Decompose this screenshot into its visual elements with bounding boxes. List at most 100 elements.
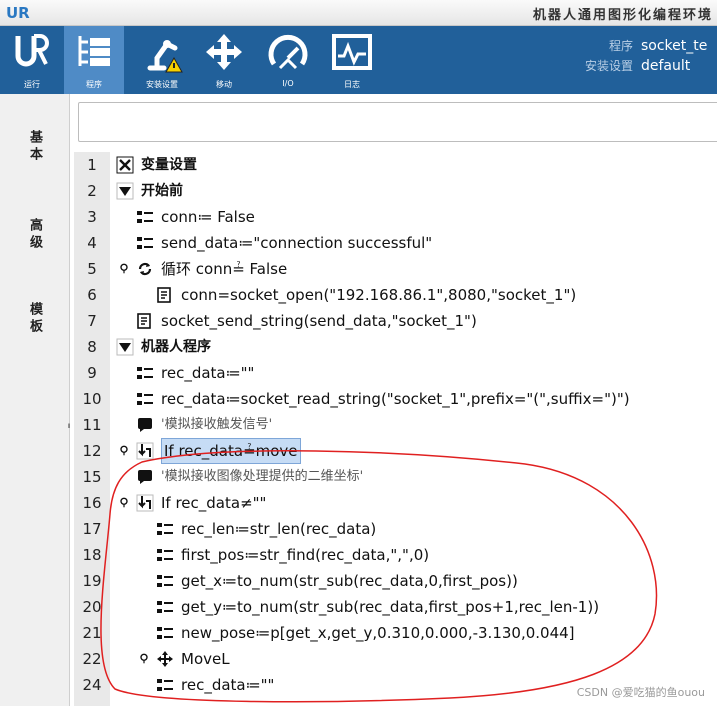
- program-node-text[interactable]: 循环 conn≟ False: [161, 256, 287, 282]
- program-node-text[interactable]: send_data≔"connection successful": [161, 230, 432, 256]
- line-number: 16: [82, 494, 102, 512]
- line-number: 17: [82, 520, 102, 538]
- program-line[interactable]: 10 rec_data≔socket_read_string("socket_1"…: [70, 386, 717, 412]
- program-line[interactable]: 12 If rec_data≟move: [70, 438, 717, 464]
- program-tab-label: 程序: [86, 80, 102, 89]
- assignment-icon: [157, 575, 173, 587]
- program-line[interactable]: 5 循环 conn≟ False: [70, 256, 717, 282]
- program-node-text[interactable]: If rec_data≠"": [161, 490, 266, 516]
- program-line[interactable]: 4 send_data≔"connection successful": [70, 230, 717, 256]
- line-number: 2: [87, 182, 97, 200]
- move-tab-label: 移动: [216, 80, 232, 89]
- breakpoint-expand-icon[interactable]: [118, 445, 130, 457]
- program-line[interactable]: 15 '模拟接收图像处理提供的二维坐标': [70, 464, 717, 490]
- line-number: 11: [82, 416, 102, 434]
- installation-tab-button[interactable]: 安装设置: [132, 26, 192, 94]
- loop-icon: [138, 262, 152, 276]
- program-line[interactable]: 7 socket_send_string(send_data,"socket_1"…: [70, 308, 717, 334]
- program-node-text[interactable]: rec_data≔"": [181, 672, 274, 698]
- program-tree-panel: 1 变量设置 2 开始前 3 conn≔ False 4 send_data≔"connect…: [70, 94, 717, 706]
- program-node-text[interactable]: '模拟接收触发信号': [161, 412, 272, 438]
- program-command-bar[interactable]: [78, 102, 717, 142]
- program-node-text[interactable]: first_pos≔str_find(rec_data,",",0): [181, 542, 429, 568]
- line-number: 21: [82, 624, 102, 642]
- ur-logo-icon: [15, 34, 49, 67]
- program-node-text[interactable]: get_y≔to_num(str_sub(rec_data,first_pos+…: [181, 594, 599, 620]
- program-node-text[interactable]: 变量设置: [141, 152, 197, 178]
- program-node-text[interactable]: rec_len≔str_len(rec_data): [181, 516, 376, 542]
- sidebar: 基本 高级 模板: [0, 94, 70, 706]
- line-number: 12: [82, 442, 102, 460]
- line-number: 6: [87, 286, 97, 304]
- program-info: 程序 socket_te 安装设置 default: [577, 36, 717, 76]
- line-number: 24: [82, 676, 102, 694]
- program-node-text[interactable]: 机器人程序: [141, 334, 211, 360]
- run-tab-button[interactable]: 运行: [2, 26, 62, 94]
- window-title: 机器人通用图形化编程环境: [532, 8, 713, 23]
- program-tab-button[interactable]: 程序: [64, 26, 124, 94]
- line-number: 7: [87, 312, 97, 330]
- assignment-icon: [157, 601, 173, 613]
- program-line[interactable]: 21 new_pose≔p[get_x,get_y,0.310,0.000,-3.…: [70, 620, 717, 646]
- comment-icon: [138, 470, 152, 484]
- log-chart-icon: [332, 34, 372, 70]
- program-node-text[interactable]: conn=socket_open("192.168.86.1",8080,"so…: [181, 282, 576, 308]
- breakpoint-expand-icon[interactable]: [138, 653, 150, 665]
- variables-icon: [116, 156, 134, 174]
- program-node-text[interactable]: get_x≔to_num(str_sub(rec_data,0,first_po…: [181, 568, 518, 594]
- if-icon: [136, 442, 154, 460]
- program-line[interactable]: 11 '模拟接收触发信号': [70, 412, 717, 438]
- line-number: 18: [82, 546, 102, 564]
- program-line[interactable]: 3 conn≔ False: [70, 204, 717, 230]
- program-line[interactable]: 8 机器人程序: [70, 334, 717, 360]
- log-tab-label: 日志: [344, 80, 360, 89]
- program-node-text[interactable]: conn≔ False: [161, 204, 255, 230]
- program-node-text[interactable]: '模拟接收图像处理提供的二维坐标': [161, 464, 363, 490]
- program-line[interactable]: 18 first_pos≔str_find(rec_data,",",0): [70, 542, 717, 568]
- program-line[interactable]: 16 If rec_data≠"": [70, 490, 717, 516]
- move-tab-button[interactable]: 移动: [194, 26, 254, 94]
- line-number: 22: [82, 650, 102, 668]
- io-gauge-icon: [268, 34, 308, 70]
- comment-icon: [138, 418, 152, 432]
- assignment-icon: [137, 211, 153, 223]
- io-tab-button[interactable]: I/O: [258, 26, 318, 94]
- run-tab-label: 运行: [24, 80, 40, 89]
- assignment-icon: [157, 549, 173, 561]
- line-number: 8: [87, 338, 97, 356]
- installation-key: 安装设置: [584, 59, 633, 73]
- assignment-icon: [137, 393, 153, 405]
- program-node-text[interactable]: rec_data≔socket_read_string("socket_1",p…: [161, 386, 630, 412]
- robot-arm-warning-icon: [147, 40, 183, 73]
- program-node-text[interactable]: 开始前: [141, 178, 183, 204]
- installation-name: default: [641, 58, 691, 74]
- program-line[interactable]: 1 变量设置: [70, 152, 717, 178]
- program-line[interactable]: 22 MoveL: [70, 646, 717, 672]
- breakpoint-expand-icon[interactable]: [118, 263, 130, 275]
- log-tab-button[interactable]: 日志: [322, 26, 382, 94]
- program-node-text[interactable]: If rec_data≟move: [161, 438, 301, 464]
- expand-triangle-icon: [116, 182, 134, 200]
- if-icon: [136, 494, 154, 512]
- program-line[interactable]: 20 get_y≔to_num(str_sub(rec_data,first_po…: [70, 594, 717, 620]
- breakpoint-expand-icon[interactable]: [118, 497, 130, 509]
- program-line[interactable]: 2 开始前: [70, 178, 717, 204]
- ur-logo-icon: UR: [6, 4, 30, 22]
- line-number: 20: [82, 598, 102, 616]
- program-line[interactable]: 17 rec_len≔str_len(rec_data): [70, 516, 717, 542]
- tab-advanced[interactable]: 高级: [26, 218, 44, 252]
- program-node-text[interactable]: socket_send_string(send_data,"socket_1"): [161, 308, 477, 334]
- line-number: 10: [82, 390, 102, 408]
- program-node-text[interactable]: MoveL: [181, 646, 230, 672]
- program-line[interactable]: 6 conn=socket_open("192.168.86.1",8080,"s…: [70, 282, 717, 308]
- program-node-text[interactable]: rec_data≔"": [161, 360, 254, 386]
- program-line[interactable]: 9 rec_data≔"": [70, 360, 717, 386]
- program-line[interactable]: 19 get_x≔to_num(str_sub(rec_data,0,first_…: [70, 568, 717, 594]
- tab-basic[interactable]: 基本: [26, 130, 44, 164]
- main-toolbar: 运行 程序 安装设置 移动 I/O 日志 程序 socket_te 安装设置 d…: [0, 26, 717, 94]
- expand-triangle-icon: [116, 338, 134, 356]
- tab-templates[interactable]: 模板: [26, 302, 44, 336]
- line-number: 4: [87, 234, 97, 252]
- line-number: 1: [87, 156, 97, 174]
- program-node-text[interactable]: new_pose≔p[get_x,get_y,0.310,0.000,-3.13…: [181, 620, 575, 646]
